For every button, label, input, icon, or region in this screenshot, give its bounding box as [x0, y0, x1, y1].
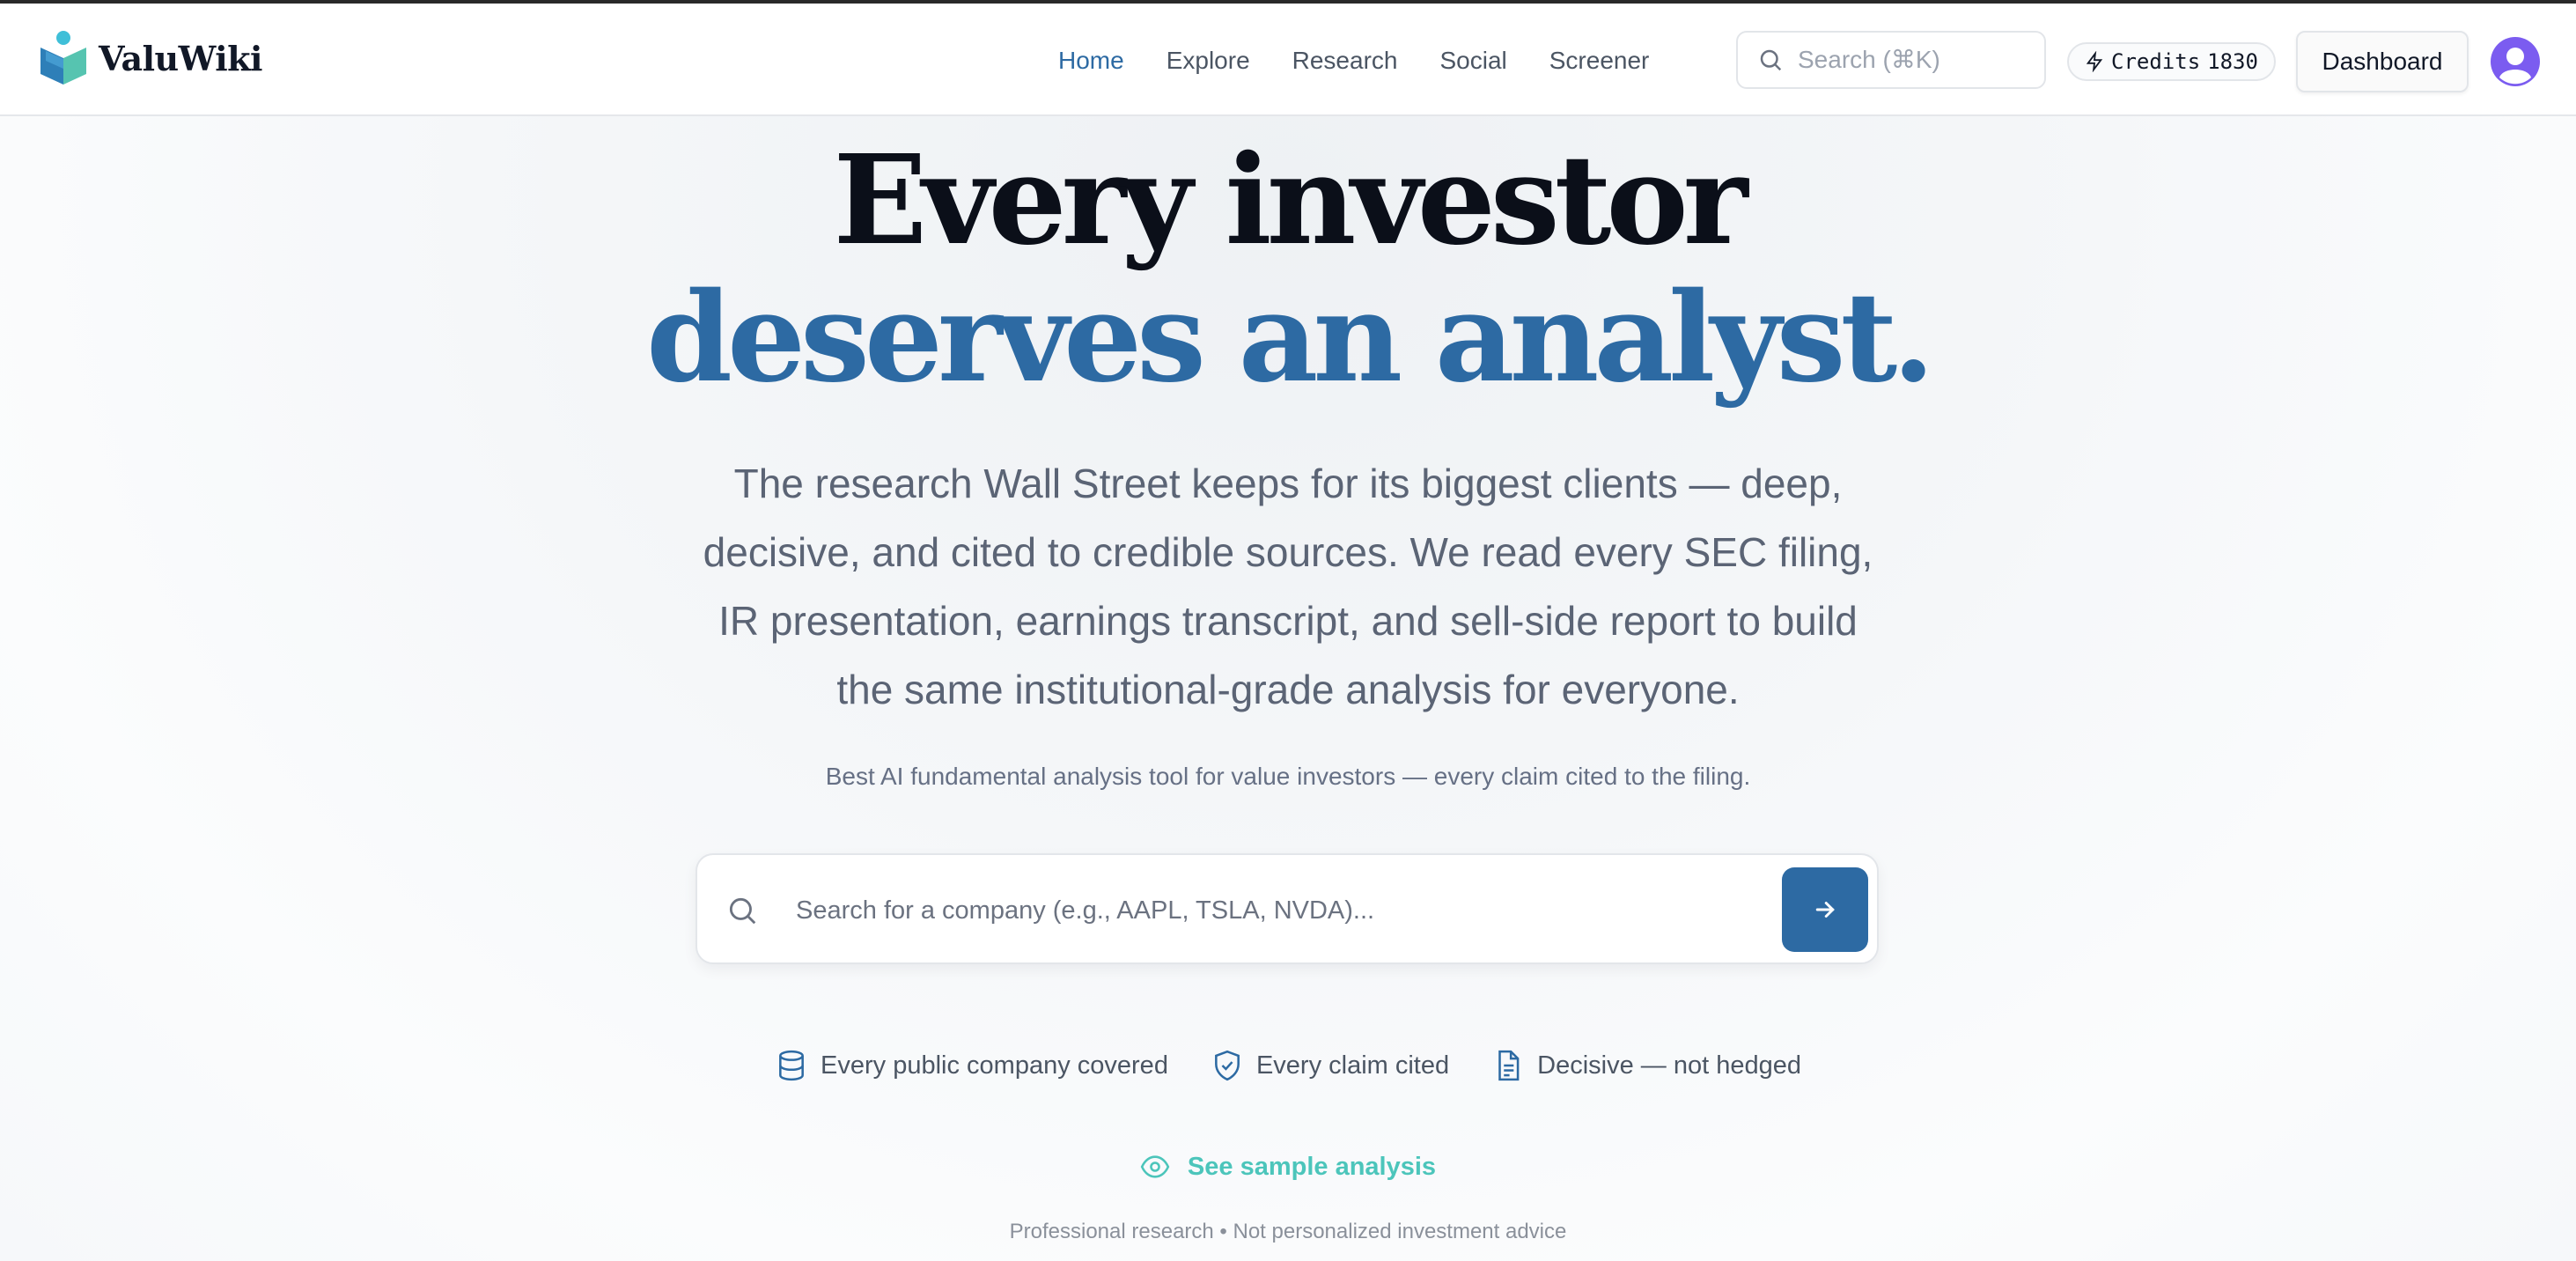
eye-icon — [1140, 1155, 1170, 1178]
hero-tagline: Best AI fundamental analysis tool for va… — [825, 763, 1751, 790]
credits-badge[interactable]: Credits 1830 — [2067, 42, 2276, 81]
sample-analysis-row: See sample analysis — [0, 1152, 2576, 1182]
feature-item: Every public company covered — [775, 1048, 1168, 1083]
valuwiki-logo-icon — [40, 31, 86, 85]
feature-label: Every public company covered — [821, 1051, 1168, 1080]
hero-headline-line2: deserves an analyst. — [646, 266, 1935, 410]
company-search-input[interactable] — [796, 889, 1571, 933]
main-nav: Home Explore Research Social Screener — [1058, 42, 1691, 79]
document-icon — [1498, 1050, 1520, 1081]
feature-label: Decisive — not hedged — [1537, 1051, 1801, 1080]
search-icon — [1760, 49, 1782, 71]
brand-logo[interactable]: ValuWiki — [39, 30, 262, 86]
hero-subtitle: The research Wall Street keeps for its b… — [703, 461, 1873, 712]
nav-explore[interactable]: Explore — [1167, 42, 1250, 79]
see-sample-analysis-link[interactable]: See sample analysis — [1188, 1153, 1436, 1182]
header-search-box[interactable] — [1736, 31, 2046, 89]
feature-label: Every claim cited — [1255, 1051, 1450, 1080]
top-navbar: ValuWiki Home Explore Research Social Sc… — [0, 4, 2576, 116]
nav-research[interactable]: Research — [1292, 42, 1398, 79]
search-icon — [729, 897, 756, 925]
lightning-icon — [2086, 51, 2103, 72]
credits-label: Credits — [2111, 49, 2201, 74]
feature-list: Every public company covered Every claim… — [0, 1048, 2576, 1083]
disclaimer-text: Professional research • Not personalized… — [1009, 1220, 1567, 1243]
brand-name: ValuWiki — [99, 38, 262, 78]
company-search-box[interactable] — [696, 853, 1879, 964]
search-submit-button[interactable] — [1782, 867, 1868, 952]
nav-home[interactable]: Home — [1058, 42, 1124, 79]
feature-item: Decisive — not hedged — [1491, 1048, 1801, 1083]
nav-screener[interactable]: Screener — [1549, 42, 1650, 79]
hero-headline-line1: Every investor — [833, 129, 1748, 273]
header-search-input[interactable] — [1798, 46, 2027, 74]
nav-social[interactable]: Social — [1439, 42, 1506, 79]
user-avatar-icon[interactable] — [2491, 37, 2540, 86]
feature-item: Every claim cited — [1211, 1048, 1449, 1083]
credits-value: 1830 — [2207, 49, 2258, 74]
database-icon — [779, 1050, 804, 1081]
shield-check-icon — [1215, 1050, 1240, 1081]
arrow-right-icon — [1815, 902, 1835, 918]
dashboard-button[interactable]: Dashboard — [2296, 31, 2469, 92]
